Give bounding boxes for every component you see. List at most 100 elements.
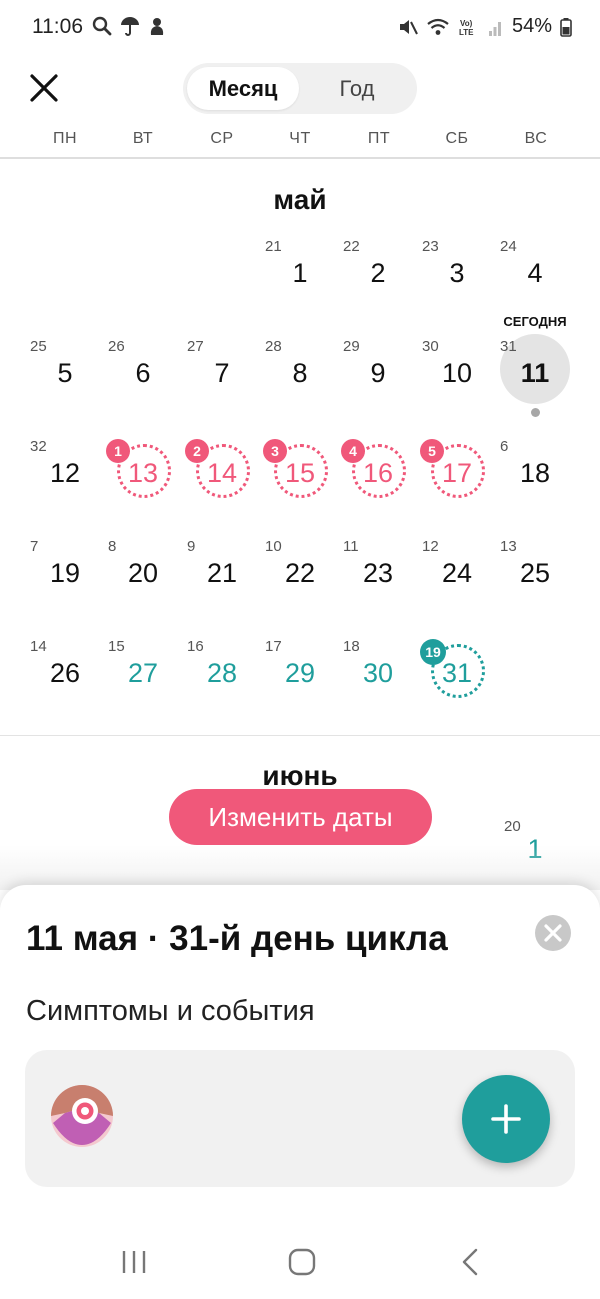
recent-apps-icon[interactable] (114, 1246, 154, 1278)
cycle-day: 31 (500, 338, 517, 355)
calendar-day[interactable]: 23 3 (418, 236, 496, 314)
day-number: 26 (49, 658, 81, 688)
weekday-wed: СР (210, 130, 234, 147)
plus-icon (491, 1104, 521, 1134)
app-notification-icon (150, 18, 164, 35)
calendar-day-fertile[interactable]: 18 30 (339, 636, 417, 714)
day-number: 9 (370, 358, 386, 388)
tab-year[interactable]: Год (301, 67, 413, 110)
back-icon[interactable] (450, 1246, 490, 1278)
calendar-day[interactable]: 24 4 (496, 236, 574, 314)
day-number: 1 (292, 258, 308, 288)
change-dates-button[interactable]: Изменить даты (169, 789, 432, 845)
calendar-day-today[interactable]: СЕГОДНЯ 31 11 (496, 314, 574, 417)
day-number: 24 (441, 558, 473, 588)
calendar-day-period[interactable]: 13 1 (104, 436, 182, 514)
volte-icon: Vo)LTE (459, 19, 474, 37)
calendar-day[interactable]: 13 25 (496, 536, 574, 614)
calendar-day-fertile[interactable]: 16 28 (183, 636, 261, 714)
cycle-day: 13 (500, 538, 517, 555)
cycle-day: 32 (30, 438, 47, 455)
weekday-tue: ВТ (132, 130, 154, 147)
weekday-header: ПН ВТ СР ЧТ ПТ СБ ВС (0, 130, 600, 154)
status-time: 11:06 (32, 15, 83, 38)
cycle-day: 14 (30, 638, 47, 655)
calendar-day[interactable]: 8 20 (104, 536, 182, 614)
sheet-subtitle: Симптомы и события (26, 995, 315, 1027)
svg-text:LTE: LTE (459, 28, 474, 37)
calendar-day[interactable]: 6 18 (496, 436, 574, 514)
weekday-sun: ВС (524, 130, 548, 147)
cycle-day: 8 (108, 538, 117, 555)
day-number: 18 (519, 458, 551, 488)
month-title-june: июнь (262, 760, 338, 791)
weekday-mon: ПН (52, 130, 78, 147)
day-number: 12 (49, 458, 81, 488)
calendar-day-period[interactable]: 14 2 (183, 436, 261, 514)
period-day-badge: 3 (263, 439, 287, 463)
calendar-day[interactable]: 25 5 (26, 336, 104, 414)
calendar-day[interactable]: 10 22 (261, 536, 339, 614)
calendar-day[interactable]: 30 10 (418, 336, 496, 414)
calendar-day[interactable]: 32 12 (26, 436, 104, 514)
weekday-thu: ЧТ (289, 130, 311, 147)
cycle-day: 28 (265, 338, 282, 355)
close-icon[interactable] (28, 72, 60, 104)
day-number: 10 (441, 358, 473, 388)
cycle-day: 26 (108, 338, 125, 355)
calendar-day[interactable]: 11 23 (339, 536, 417, 614)
calendar-day-period[interactable]: 15 3 (261, 436, 339, 514)
day-number: 21 (206, 558, 238, 588)
period-symptom-icon[interactable] (51, 1085, 113, 1147)
signal-icon (488, 21, 501, 36)
weekday-sat: СБ (445, 130, 469, 147)
add-symptom-button[interactable] (462, 1075, 550, 1163)
calendar-day[interactable]: 26 6 (104, 336, 182, 414)
day-number: 6 (135, 358, 151, 388)
cycle-day: 9 (187, 538, 196, 555)
calendar-day[interactable]: 29 9 (339, 336, 417, 414)
day-number: 29 (284, 658, 316, 688)
calendar-day[interactable]: 14 26 (26, 636, 104, 714)
symptoms-card (25, 1050, 575, 1187)
cycle-day: 12 (422, 538, 439, 555)
tab-month[interactable]: Месяц (187, 67, 299, 110)
close-circle-icon[interactable] (535, 915, 571, 951)
view-toggle: Месяц Год (183, 63, 417, 114)
cycle-day: 21 (265, 238, 282, 255)
calendar-day-period[interactable]: 16 4 (339, 436, 417, 514)
calendar-day-ovulation[interactable]: 31 19 (418, 636, 496, 714)
calendar-day[interactable]: 7 19 (26, 536, 104, 614)
search-icon (92, 16, 112, 36)
cycle-day: 25 (30, 338, 47, 355)
battery-percent: 54% (511, 15, 552, 37)
cycle-day: 22 (343, 238, 360, 255)
period-day-badge: 5 (420, 439, 444, 463)
calendar-day-period[interactable]: 17 5 (418, 436, 496, 514)
calendar-day[interactable]: 21 1 (261, 236, 339, 314)
cycle-day: 7 (30, 538, 39, 555)
calendar-day[interactable]: 12 24 (418, 536, 496, 614)
calendar-day-fertile[interactable]: 15 27 (104, 636, 182, 714)
battery-icon (560, 17, 572, 37)
cycle-day: 24 (500, 238, 517, 255)
calendar-day[interactable]: 22 2 (339, 236, 417, 314)
day-number: 28 (206, 658, 238, 688)
wifi-icon (427, 18, 449, 35)
calendar-day-fertile[interactable]: 17 29 (261, 636, 339, 714)
status-right: Vo) LTE 54% (398, 15, 572, 38)
calendar-day[interactable]: 27 7 (183, 336, 261, 414)
calendar-day[interactable]: 9 21 (183, 536, 261, 614)
month-divider (0, 735, 600, 736)
weekday-fri: ПТ (367, 130, 391, 147)
calendar-day[interactable]: 28 8 (261, 336, 339, 414)
cycle-day: 20 (504, 818, 521, 835)
day-number: 2 (370, 258, 386, 288)
cycle-day: 17 (265, 638, 282, 655)
cycle-day: 29 (343, 338, 360, 355)
home-icon[interactable] (282, 1246, 322, 1278)
period-day-badge: 1 (106, 439, 130, 463)
day-number: 5 (57, 358, 73, 388)
status-bar: 11:06 Vo) LTE 54% (0, 0, 600, 56)
day-number: 30 (362, 658, 394, 688)
